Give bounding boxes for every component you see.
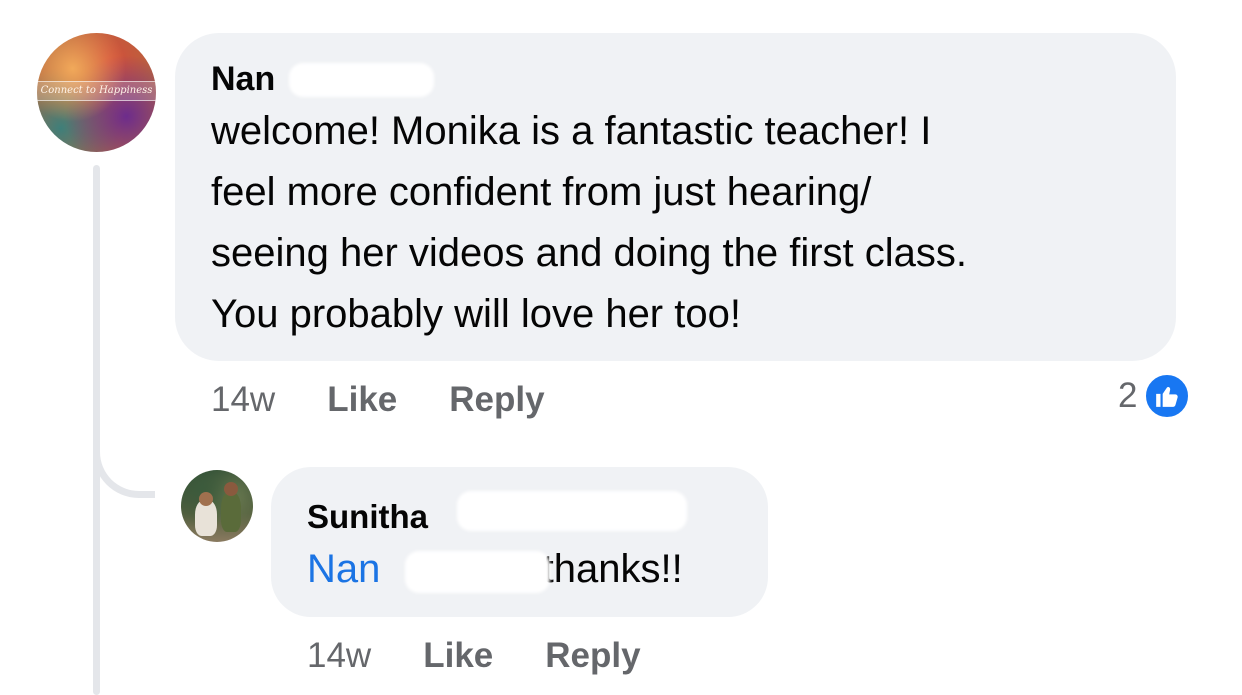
reaction-count: 2: [1118, 376, 1138, 415]
reaction-summary[interactable]: 2: [1118, 372, 1192, 420]
mention-link[interactable]: Nan: [307, 547, 380, 591]
comment-timestamp[interactable]: 14w: [211, 380, 275, 420]
avatar-figure: [199, 492, 213, 506]
thumbs-up-icon: [1143, 372, 1192, 420]
comment-line: feel more confident from just hearing/: [211, 170, 872, 214]
redaction: [405, 551, 550, 593]
comment-line: welcome! Monika is a fantastic teacher! …: [211, 109, 932, 153]
redaction: [289, 63, 434, 97]
comment-bubble: Nan welcome! Monika is a fantastic teach…: [175, 33, 1176, 361]
comment-line: seeing her videos and doing the first cl…: [211, 231, 967, 275]
reply-reply-button[interactable]: Reply: [545, 636, 640, 676]
reply-actions: 14w Like Reply: [307, 636, 641, 676]
reply-author[interactable]: Sunitha: [307, 491, 732, 539]
comment-author-name[interactable]: Nan: [211, 60, 275, 98]
comment-text: welcome! Monika is a fantastic teacher! …: [211, 101, 1140, 345]
thread-line: [93, 165, 100, 695]
redaction: [457, 491, 687, 531]
commenter-avatar[interactable]: Connect to Happiness: [37, 33, 156, 152]
reply-avatar[interactable]: [181, 470, 253, 542]
like-button[interactable]: Like: [327, 380, 397, 420]
reply-button[interactable]: Reply: [449, 380, 544, 420]
comment-line: You probably will love her too!: [211, 292, 741, 336]
comment-actions: 14w Like Reply: [211, 380, 545, 420]
reply-author-name[interactable]: Sunitha: [307, 498, 428, 535]
thread-connector: [93, 440, 155, 498]
reply-message: thanks!!: [542, 547, 683, 591]
avatar-figure: [224, 482, 238, 496]
avatar-caption: Connect to Happiness: [40, 85, 153, 96]
avatar-figure: [221, 492, 241, 532]
reply-like-button[interactable]: Like: [423, 636, 493, 676]
reply-text: Nan thanks!!: [307, 539, 732, 600]
reply-timestamp[interactable]: 14w: [307, 636, 371, 676]
comment-author[interactable]: Nan: [211, 57, 1140, 101]
avatar-banner: Connect to Happiness: [37, 81, 156, 101]
reply-bubble: Sunitha Nan thanks!!: [271, 467, 768, 617]
